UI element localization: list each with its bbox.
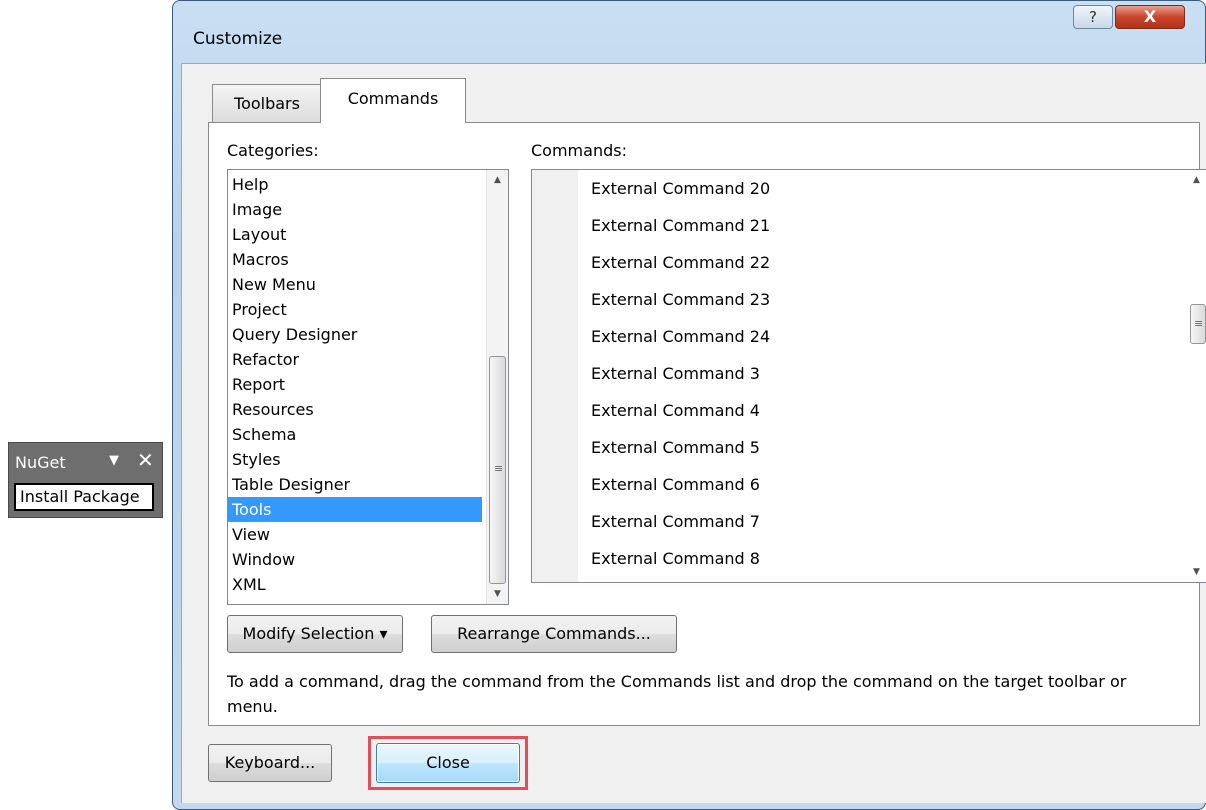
list-item[interactable]: Report [228,372,482,397]
list-item[interactable]: External Command 22 [578,244,1188,281]
list-item[interactable]: External Command 24 [578,318,1188,355]
list-item[interactable]: Layout [228,222,482,247]
categories-scrollbar[interactable]: ▲ ≡ ▼ [486,170,508,604]
list-item[interactable]: Window [228,547,482,572]
list-item[interactable]: External Command 7 [578,503,1188,540]
list-item[interactable]: External Command 20 [578,170,1188,207]
list-item[interactable]: Query Designer [228,322,482,347]
keyboard-button[interactable]: Keyboard... [208,744,332,782]
instruction-text: To add a command, drag the command from … [227,672,1127,716]
list-item[interactable]: External Command 8 [578,540,1188,577]
list-item[interactable]: Schema [228,422,482,447]
list-item[interactable]: Styles [228,447,482,472]
icon-gutter [532,170,578,582]
scroll-up-arrow-icon[interactable]: ▲ [1186,170,1206,190]
install-package-button[interactable]: Install Package [14,483,154,511]
nuget-toolbar: NuGet ▼ ✕ Install Package [8,442,163,518]
categories-listbox[interactable]: Help Image Layout Macros New Menu Project Quer… [227,169,509,605]
list-item[interactable]: Project [228,297,482,322]
list-item[interactable]: Refactor [228,347,482,372]
list-item[interactable]: External Command 4 [578,392,1188,429]
list-item[interactable]: View [228,522,482,547]
nuget-toolbar-title: NuGet [15,453,66,472]
list-item[interactable]: External Command 6 [578,466,1188,503]
commands-tab-panel: Categories: Commands: Help Image Layout Mac… [208,122,1206,726]
tab-commands[interactable]: Commands [320,78,466,123]
list-item[interactable]: Tools [228,497,482,522]
window-close-button[interactable]: X [1115,5,1185,29]
commands-items: External Command 20 External Command 21 Ex… [578,170,1188,577]
grip-icon: ≡ [1194,317,1204,330]
close-button[interactable]: Close [376,743,520,783]
list-item[interactable]: Table Designer [228,472,482,497]
close-icon[interactable]: ✕ [137,450,154,470]
list-item[interactable]: Image [228,197,482,222]
list-item[interactable]: Macros [228,247,482,272]
grip-icon: ≡ [494,462,504,475]
list-item[interactable]: External Command 3 [578,355,1188,392]
scroll-down-arrow-icon[interactable]: ▼ [487,584,508,604]
tab-toolbars[interactable]: Toolbars [212,84,322,122]
scrollbar-thumb[interactable]: ≡ [1190,304,1206,344]
help-icon: ? [1089,8,1097,26]
list-item[interactable]: Resources [228,397,482,422]
scroll-down-arrow-icon[interactable]: ▼ [1186,562,1206,582]
categories-items: Help Image Layout Macros New Menu Project Quer… [228,172,482,597]
close-icon: X [1143,7,1157,26]
list-item[interactable]: XML [228,572,482,597]
list-item[interactable]: External Command 23 [578,281,1188,318]
modify-selection-button[interactable]: Modify Selection ▾ [227,615,403,653]
list-item[interactable]: External Command 5 [578,429,1188,466]
dialog-client-area: Toolbars Commands Categories: Commands: … [181,63,1206,803]
list-item[interactable]: New Menu [228,272,482,297]
dialog-title: Customize [193,29,283,49]
list-item[interactable]: External Command 21 [578,207,1188,244]
commands-listbox[interactable]: External Command 20 External Command 21 Ex… [531,169,1206,583]
scrollbar-thumb[interactable]: ≡ [489,356,506,584]
list-item[interactable]: Help [228,172,482,197]
commands-scrollbar[interactable]: ▲ ≡ ▼ [1186,170,1206,582]
chevron-down-icon[interactable]: ▼ [109,453,119,468]
rearrange-commands-button[interactable]: Rearrange Commands... [431,615,677,653]
customize-dialog: Customize ? X Toolbars Commands Categori… [172,0,1206,810]
help-button[interactable]: ? [1073,5,1113,29]
scroll-up-arrow-icon[interactable]: ▲ [487,170,508,190]
commands-label: Commands: [531,141,627,160]
categories-label: Categories: [227,141,319,160]
